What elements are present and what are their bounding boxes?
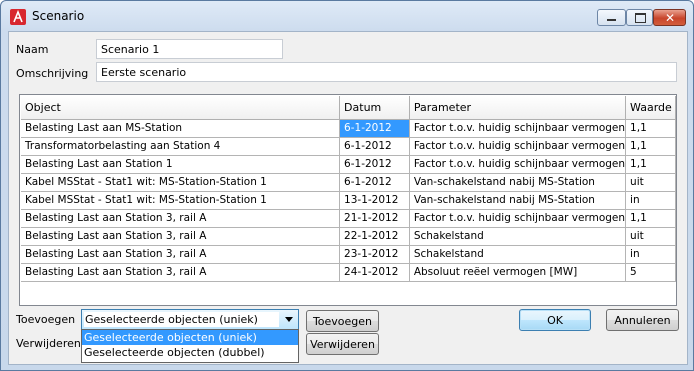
dialog-body: Naam Scenario 1 Omschrijving Eerste scen…	[8, 31, 688, 365]
table-cell[interactable]: 1,1	[625, 137, 676, 156]
close-button[interactable]: ✕	[653, 9, 686, 26]
app-logo-icon	[10, 9, 26, 25]
verwijderen-button[interactable]: Verwijderen	[306, 333, 379, 355]
scenario-table[interactable]: Object Datum Parameter Waarde Belasting Las…	[19, 94, 677, 306]
table-cell[interactable]: 6-1-2012	[339, 119, 410, 138]
table-cell[interactable]: 5	[625, 263, 676, 282]
table-cell[interactable]: in	[625, 191, 676, 210]
table-cell[interactable]: Belasting Last aan Station 3, rail A	[21, 209, 341, 228]
table-cell[interactable]: Belasting Last aan Station 3, rail A	[21, 245, 341, 264]
table-row[interactable]: Belasting Last aan Station 1 6-1-2012 Fact…	[21, 155, 676, 174]
table-row[interactable]: Kabel MSStat - Stat1 wit: MS-Station-Sta…	[21, 191, 676, 210]
toevoegen-button[interactable]: Toevoegen	[306, 310, 379, 332]
table-cell[interactable]: Belasting Last aan Station 3, rail A	[21, 227, 341, 246]
table-cell[interactable]: Van-schakelstand nabij MS-Station	[409, 191, 627, 210]
table-cell[interactable]: Schakelstand	[409, 227, 627, 246]
table-cell[interactable]: 21-1-2012	[339, 209, 410, 228]
table-row[interactable]: Transformatorbelasting aan Station 4 6-1-…	[21, 137, 676, 156]
minimize-button[interactable]	[597, 9, 626, 26]
table-cell[interactable]: 6-1-2012	[339, 155, 410, 174]
naam-input[interactable]: Scenario 1	[96, 39, 283, 59]
scenario-window: Scenario ✕ Naam Scenario 1 Omschrijving …	[0, 0, 694, 371]
table-row[interactable]: Kabel MSStat - Stat1 wit: MS-Station-Sta…	[21, 173, 676, 192]
table-row[interactable]: Belasting Last aan Station 3, rail A 21-1…	[21, 209, 676, 228]
table-cell[interactable]: Factor t.o.v. huidig schijnbaar vermogen	[409, 119, 627, 138]
minimize-icon	[607, 19, 616, 21]
table-cell[interactable]: 1,1	[625, 155, 676, 174]
table-cell[interactable]: Factor t.o.v. huidig schijnbaar vermogen	[409, 209, 627, 228]
table-cell[interactable]: 1,1	[625, 119, 676, 138]
table-cell[interactable]: uit	[625, 227, 676, 246]
table-cell[interactable]: Belasting Last aan MS-Station	[21, 119, 341, 138]
table-cell[interactable]: Belasting Last aan Station 1	[21, 155, 341, 174]
table-cell[interactable]: in	[625, 245, 676, 264]
combo-option-dubbel[interactable]: Geselecteerde objecten (dubbel)	[82, 345, 298, 360]
table-cell[interactable]: Factor t.o.v. huidig schijnbaar vermogen	[409, 155, 627, 174]
table-row[interactable]: Belasting Last aan Station 3, rail A 24-1…	[21, 263, 676, 282]
table-cell[interactable]: Absoluut reëel vermogen [MW]	[409, 263, 627, 282]
table-cell[interactable]: Kabel MSStat - Stat1 wit: MS-Station-Sta…	[21, 173, 341, 192]
maximize-icon	[635, 13, 646, 23]
table-cell[interactable]: 6-1-2012	[339, 173, 410, 192]
combo-value: Geselecteerde objecten (uniek)	[84, 312, 279, 327]
close-icon: ✕	[665, 11, 676, 25]
object-selection-combo[interactable]: Geselecteerde objecten (uniek)	[81, 309, 299, 330]
table-cell[interactable]: Kabel MSStat - Stat1 wit: MS-Station-Sta…	[21, 191, 341, 210]
table-row[interactable]: Belasting Last aan MS-Station 6-1-2012 Fac…	[21, 119, 676, 138]
table-row[interactable]: Belasting Last aan Station 3, rail A 23-1…	[21, 245, 676, 264]
table-cell[interactable]: 1,1	[625, 209, 676, 228]
table-row[interactable]: Belasting Last aan Station 3, rail A 22-1…	[21, 227, 676, 246]
verwijderen-label: Verwijderen	[16, 337, 81, 350]
table-cell[interactable]: Schakelstand	[409, 245, 627, 264]
column-header[interactable]: Parameter	[409, 96, 627, 120]
maximize-button[interactable]	[626, 9, 653, 26]
window-title: Scenario	[32, 9, 85, 23]
table-cell[interactable]: 23-1-2012	[339, 245, 410, 264]
table-cell[interactable]: 13-1-2012	[339, 191, 410, 210]
table-cell[interactable]: Transformatorbelasting aan Station 4	[21, 137, 341, 156]
table-cell[interactable]: Van-schakelstand nabij MS-Station	[409, 173, 627, 192]
ok-button[interactable]: OK	[519, 309, 591, 331]
table-cell[interactable]: 6-1-2012	[339, 137, 410, 156]
combo-dropdown-list[interactable]: Geselecteerde objecten (uniek) Geselecte…	[81, 329, 299, 363]
title-bar[interactable]: Scenario ✕	[1, 1, 693, 31]
annuleren-button[interactable]: Annuleren	[606, 309, 679, 331]
toevoegen-label: Toevoegen	[16, 313, 76, 326]
table-cell[interactable]: 22-1-2012	[339, 227, 410, 246]
omschrijving-input[interactable]: Eerste scenario	[96, 62, 677, 82]
column-header[interactable]: Object	[21, 96, 341, 120]
combo-option-uniek[interactable]: Geselecteerde objecten (uniek)	[82, 330, 298, 345]
table-cell[interactable]: Belasting Last aan Station 3, rail A	[21, 263, 341, 282]
table-cell[interactable]: 24-1-2012	[339, 263, 410, 282]
table-cell[interactable]: uit	[625, 173, 676, 192]
naam-label: Naam	[16, 43, 49, 56]
column-header[interactable]: Datum	[339, 96, 410, 120]
table-cell[interactable]: Factor t.o.v. huidig schijnbaar vermogen	[409, 137, 627, 156]
omschrijving-label: Omschrijving	[16, 67, 89, 80]
chevron-down-icon[interactable]	[285, 317, 293, 322]
column-header[interactable]: Waarde	[625, 96, 676, 120]
